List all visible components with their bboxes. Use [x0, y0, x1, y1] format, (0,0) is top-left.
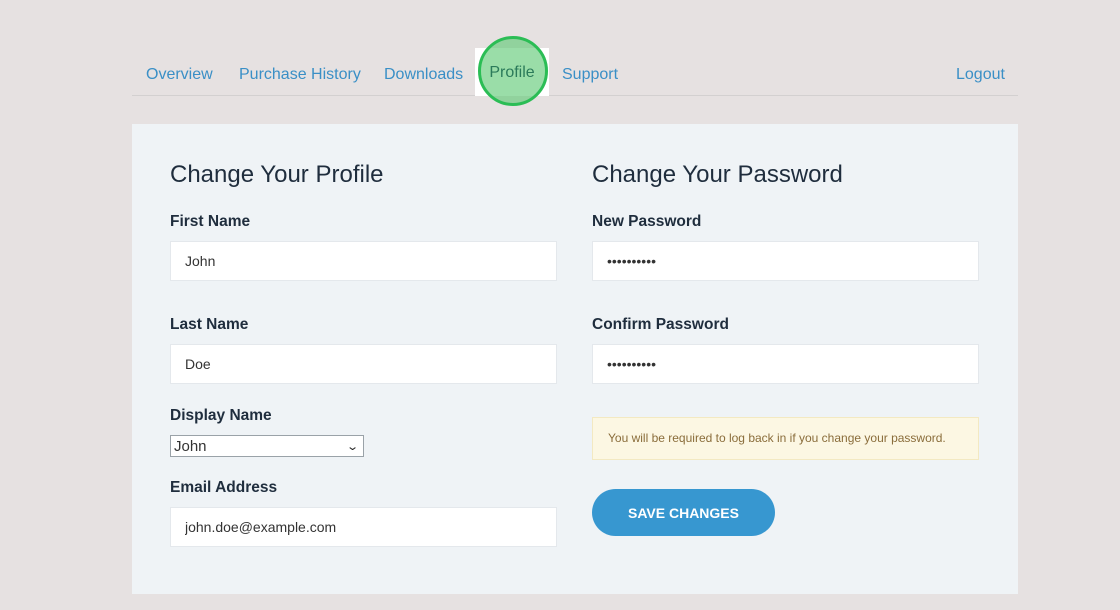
display-name-value: John: [174, 437, 207, 455]
save-changes-button[interactable]: SAVE CHANGES: [592, 489, 775, 536]
nav-profile[interactable]: Profile: [475, 36, 549, 106]
password-notice: You will be required to log back in if y…: [592, 417, 979, 460]
first-name-label: First Name: [170, 213, 251, 230]
nav-logout[interactable]: Logout: [956, 66, 1005, 84]
nav-overview[interactable]: Overview: [146, 66, 213, 84]
nav-purchase-history[interactable]: Purchase History: [239, 66, 361, 84]
email-label: Email Address: [170, 479, 278, 496]
display-name-label: Display Name: [170, 407, 272, 424]
account-nav: Overview Purchase History Downloads Prof…: [132, 36, 1018, 106]
confirm-password-field[interactable]: [592, 344, 979, 384]
nav-profile-label: Profile: [489, 64, 535, 81]
last-name-label: Last Name: [170, 316, 249, 333]
new-password-field[interactable]: [592, 241, 979, 281]
profile-panel: Change Your Profile First Name Last Name…: [132, 124, 1018, 594]
chevron-down-icon: ⌄: [345, 440, 359, 453]
nav-support[interactable]: Support: [562, 66, 618, 84]
display-name-select[interactable]: John ⌄: [170, 435, 364, 457]
profile-title: Change Your Profile: [170, 161, 384, 188]
nav-downloads[interactable]: Downloads: [384, 66, 463, 84]
new-password-label: New Password: [592, 213, 702, 230]
email-field[interactable]: [170, 507, 557, 547]
first-name-field[interactable]: [170, 241, 557, 281]
password-title: Change Your Password: [592, 161, 843, 188]
last-name-field[interactable]: [170, 344, 557, 384]
confirm-password-label: Confirm Password: [592, 316, 729, 333]
